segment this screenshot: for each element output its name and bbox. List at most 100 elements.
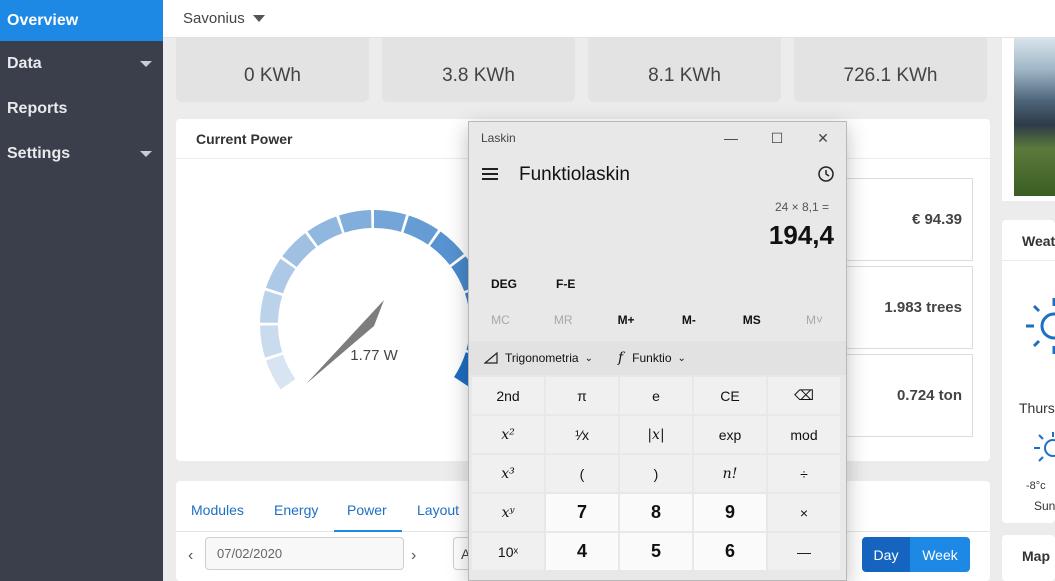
site-selector[interactable]: Savonius [183, 10, 265, 27]
clear-entry-key[interactable]: CE [694, 377, 766, 414]
reciprocal-key[interactable]: ¹⁄x [546, 416, 618, 453]
tab-energy[interactable]: Energy [274, 502, 318, 518]
kpi-value: 3.8 KWh [442, 65, 515, 86]
trees-stat: 1.983 trees [843, 266, 973, 349]
date-input[interactable]: 07/02/2020 [205, 537, 404, 570]
window-title: Laskin [481, 131, 516, 145]
memory-subtract-button[interactable]: M- [657, 308, 720, 332]
chevron-down-icon [140, 60, 152, 67]
function-icon: f [617, 350, 624, 366]
gauge-segment [339, 210, 372, 233]
power-key[interactable]: xʸ [472, 494, 544, 531]
absolute-key[interactable]: |x| [620, 416, 692, 453]
gauge-segment [429, 231, 464, 266]
memory-row: MC MR M+ M- MS M˅ [469, 308, 846, 332]
sidebar-item-label: Reports [7, 99, 68, 117]
subtract-key[interactable]: — [768, 533, 840, 570]
gauge-needle [306, 300, 384, 384]
pi-key[interactable]: π [546, 377, 618, 414]
savings-stat: € 94.39 [843, 178, 973, 261]
sidebar-item-settings[interactable]: Settings [0, 131, 163, 176]
stat-value: € 94.39 [911, 211, 962, 228]
backspace-key[interactable]: ⌫ [768, 377, 840, 414]
kpi-card: 0 KWh [176, 38, 369, 102]
function-dropdown[interactable]: f Funktio ⌄ [618, 350, 686, 366]
mod-key[interactable]: mod [768, 416, 840, 453]
memory-list-button[interactable]: M˅ [783, 308, 846, 332]
tab-layout[interactable]: Layout [417, 502, 459, 518]
function-label: Funktio [632, 351, 672, 365]
gauge-segment [373, 210, 407, 232]
memory-add-button[interactable]: M+ [595, 308, 658, 332]
history-icon[interactable] [817, 165, 835, 183]
minimize-button[interactable]: — [721, 129, 741, 147]
gauge-segment [265, 258, 296, 294]
memory-store-button[interactable]: MS [720, 308, 783, 332]
memory-clear-button[interactable]: MC [469, 308, 532, 332]
chevron-down-icon [140, 150, 152, 157]
calculator-window: Laskin — ☐ ✕ Funktiolaskin 24 × 8,1 = 19… [468, 121, 847, 581]
close-paren-key[interactable]: ) [620, 455, 692, 492]
weather-temp: -8°c [1026, 480, 1046, 492]
sidebar-item-label: Overview [7, 11, 79, 29]
tab-power[interactable]: Power [347, 502, 387, 518]
kpi-card: 726.1 KWh [794, 38, 987, 102]
trigonometry-dropdown[interactable]: Trigonometria ⌄ [484, 351, 593, 365]
multiply-key[interactable]: × [768, 494, 840, 531]
kpi-card: 3.8 KWh [382, 38, 575, 102]
maximize-button[interactable]: ☐ [767, 129, 787, 147]
keypad: 2nd π e CE ⌫ x² ¹⁄x |x| exp mod x³ ( ) n… [472, 377, 844, 570]
deg-button[interactable]: DEG [491, 277, 517, 291]
next-date-button[interactable]: › [411, 547, 416, 565]
sidebar-item-label: Data [7, 54, 42, 72]
kpi-value: 8.1 KWh [648, 65, 721, 86]
euler-key[interactable]: e [620, 377, 692, 414]
open-paren-key[interactable]: ( [546, 455, 618, 492]
sidebar-item-reports[interactable]: Reports [0, 86, 163, 131]
sidebar-item-label: Settings [7, 144, 71, 162]
cube-key[interactable]: x³ [472, 455, 544, 492]
triangle-icon [484, 352, 498, 364]
top-bar: Savonius [163, 0, 1055, 38]
stat-value: 0.724 ton [896, 387, 962, 404]
weather-title: Weat [1022, 233, 1055, 249]
divide-key[interactable]: ÷ [768, 455, 840, 492]
expression-display: 24 × 8,1 = [774, 200, 829, 214]
weather-day: Thurs [1019, 400, 1055, 416]
solar-panel-image [1014, 38, 1055, 196]
factorial-key[interactable]: n! [694, 455, 766, 492]
gauge-segment [260, 325, 283, 358]
previous-date-button[interactable]: ‹ [188, 547, 193, 565]
sun-icon [1026, 298, 1055, 354]
active-tab-indicator [334, 530, 402, 532]
kpi-value: 0 KWh [243, 65, 302, 86]
second-function-key[interactable]: 2nd [472, 377, 544, 414]
co2-stat: 0.724 ton [843, 354, 973, 437]
sidebar-item-overview[interactable]: Overview [0, 0, 163, 41]
menu-icon[interactable] [482, 168, 498, 180]
sun-icon [1034, 432, 1055, 462]
week-button[interactable]: Week [910, 537, 970, 572]
day-button[interactable]: Day [862, 537, 910, 572]
digit-7-key[interactable]: 7 [546, 494, 618, 531]
sidebar: Overview Data Reports Settings [0, 0, 163, 581]
tab-modules[interactable]: Modules [191, 502, 244, 518]
exp-key[interactable]: exp [694, 416, 766, 453]
square-key[interactable]: x² [472, 416, 544, 453]
memory-recall-button[interactable]: MR [532, 308, 595, 332]
digit-6-key[interactable]: 6 [694, 533, 766, 570]
digit-4-key[interactable]: 4 [546, 533, 618, 570]
gauge-segment [265, 354, 296, 390]
ten-power-key[interactable]: 10ˣ [472, 533, 544, 570]
panel-title: Current Power [196, 131, 293, 147]
gauge-segment [282, 233, 317, 268]
map-title: Map [1022, 548, 1050, 564]
site-name: Savonius [183, 10, 245, 27]
digit-8-key[interactable]: 8 [620, 494, 692, 531]
fe-button[interactable]: F-E [556, 277, 575, 291]
weather-panel: Weat Thurs -8°c Sun [1002, 220, 1055, 523]
close-button[interactable]: ✕ [813, 129, 833, 147]
sidebar-item-data[interactable]: Data [0, 41, 163, 86]
digit-9-key[interactable]: 9 [694, 494, 766, 531]
digit-5-key[interactable]: 5 [620, 533, 692, 570]
